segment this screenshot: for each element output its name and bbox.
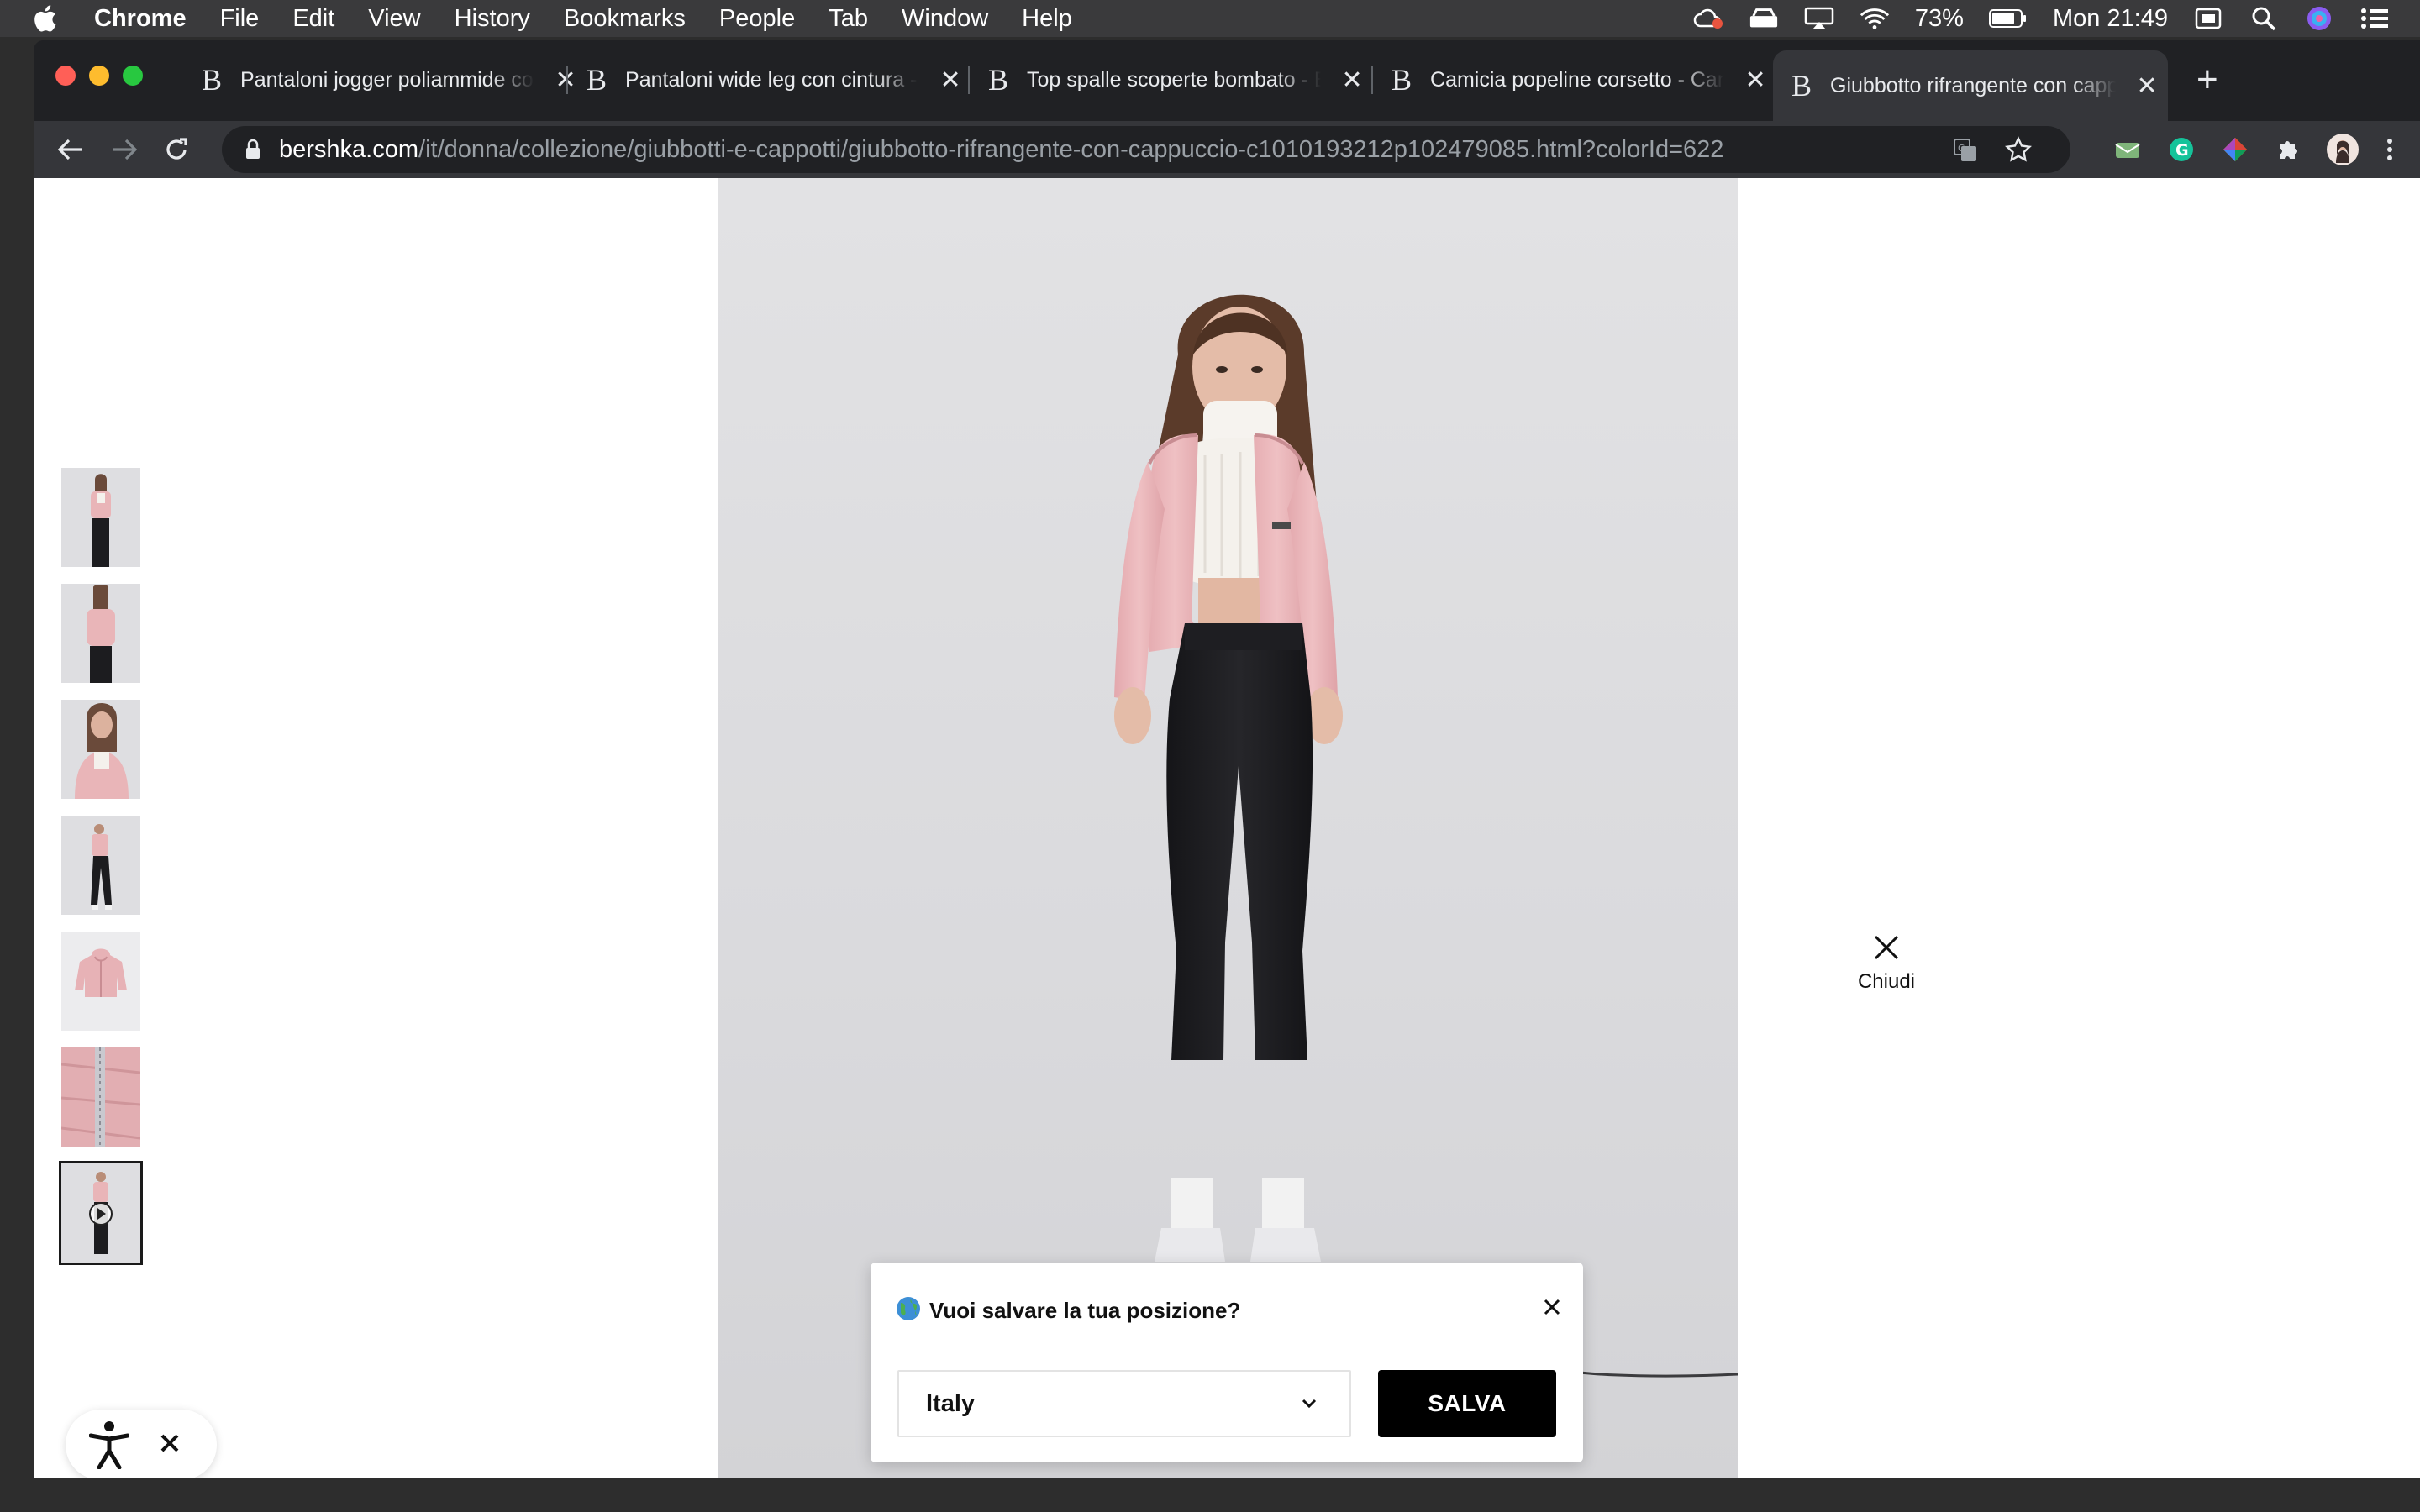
window-close-button[interactable]	[55, 66, 76, 86]
menubar-clock[interactable]: Mon 21:49	[2053, 5, 2168, 33]
spotlight-search-icon[interactable]	[2249, 7, 2279, 31]
browser-tab[interactable]: B Pantaloni jogger poliammide con elasti…	[183, 54, 578, 106]
tab-title: Camicia popeline corsetto - Camicie	[1430, 67, 1724, 92]
tab-title: Top spalle scoperte bombato - Bershka	[1027, 67, 1321, 92]
gallery-thumbnail-closeup[interactable]	[61, 700, 140, 799]
keyboard-viewer-icon[interactable]	[2193, 7, 2223, 30]
creative-cloud-icon[interactable]	[1693, 7, 1723, 30]
menu-help[interactable]: Help	[1022, 5, 1072, 33]
tab-close-icon[interactable]: ✕	[938, 66, 963, 95]
lock-icon[interactable]	[245, 139, 260, 160]
tab-close-icon[interactable]: ✕	[1339, 66, 1365, 95]
menu-window[interactable]: Window	[902, 5, 988, 33]
battery-percentage: 73%	[1914, 4, 1964, 32]
gallery-thumbnail-full-body[interactable]	[61, 816, 140, 915]
menu-edit[interactable]: Edit	[292, 5, 334, 33]
browser-tab-active[interactable]: B Giubbotto rifrangente con cappuccio ✕	[1773, 50, 2168, 121]
forward-arrow-icon[interactable]	[108, 133, 141, 166]
email-extension-icon[interactable]	[2111, 133, 2144, 166]
gallery-thumbnail-fabric-detail[interactable]	[61, 1047, 140, 1147]
gallery-thumbnail-jacket-flat[interactable]	[61, 932, 140, 1031]
tab-strip: B Pantaloni jogger poliammide con elasti…	[34, 40, 2420, 121]
svg-text:G: G	[1958, 143, 1965, 154]
battery-icon[interactable]	[1988, 7, 2028, 30]
translate-icon[interactable]: G	[1953, 138, 1978, 170]
tab-close-icon[interactable]: ✕	[1743, 66, 1768, 95]
profile-avatar[interactable]	[2326, 133, 2360, 166]
tab-close-icon[interactable]: ✕	[2134, 71, 2160, 101]
page-viewport: Chiudi Vuoi salvare la tua posizione? It…	[34, 178, 2420, 1478]
grammarly-extension-icon[interactable]: G	[2165, 133, 2198, 166]
tab-title: Giubbotto rifrangente con cappuccio	[1830, 73, 2117, 97]
country-select-value: Italy	[926, 1389, 976, 1417]
bershka-favicon-icon: B	[1392, 63, 1413, 97]
gallery-thumbnail-video[interactable]	[59, 1161, 143, 1265]
tab-title: Pantaloni wide leg con cintura - Bershka	[625, 67, 919, 92]
color-picker-extension-icon[interactable]	[2218, 133, 2252, 166]
close-viewer-label: Chiudi	[1857, 970, 1916, 993]
gallery-thumbnail-front[interactable]	[61, 468, 140, 567]
macos-menu-bar: Chrome File Edit View History Bookmarks …	[0, 0, 2420, 37]
menu-people[interactable]: People	[719, 5, 795, 33]
save-location-dialog: Vuoi salvare la tua posizione? Italy SAL…	[871, 1263, 1583, 1462]
chevron-down-icon	[1301, 1399, 1318, 1409]
back-arrow-icon[interactable]	[54, 133, 87, 166]
menu-view[interactable]: View	[368, 5, 420, 33]
country-select[interactable]: Italy	[897, 1370, 1351, 1437]
dialog-close-icon[interactable]	[1543, 1298, 1561, 1320]
globe-icon	[896, 1296, 921, 1326]
close-icon	[1874, 935, 1899, 960]
menu-app-name[interactable]: Chrome	[94, 5, 187, 33]
dialog-question: Vuoi salvare la tua posizione?	[929, 1298, 1241, 1323]
window-bottom-edge	[0, 1478, 2420, 1512]
new-tab-button[interactable]: +	[2196, 59, 2218, 101]
accessibility-icon[interactable]	[87, 1420, 131, 1470]
svg-text:G: G	[2175, 141, 2189, 160]
menu-tab[interactable]: Tab	[829, 5, 868, 33]
wifi-icon[interactable]	[1860, 7, 1890, 30]
url-path: /it/donna/collezione/giubbotti-e-cappott…	[418, 135, 1724, 163]
address-bar[interactable]: bershka.com/it/donna/collezione/giubbott…	[222, 126, 2070, 173]
bershka-favicon-icon: B	[587, 63, 608, 97]
chrome-window: B Pantaloni jogger poliammide con elasti…	[34, 40, 2420, 1478]
url-domain: bershka.com	[279, 135, 419, 163]
gallery-thumbnail-back[interactable]	[61, 584, 140, 683]
close-widget-icon[interactable]	[160, 1433, 180, 1457]
bookmark-star-icon[interactable]	[2005, 136, 2032, 170]
bershka-favicon-icon: B	[988, 63, 1009, 97]
notification-center-icon[interactable]	[2360, 7, 2390, 30]
browser-tab[interactable]: B Top spalle scoperte bombato - Bershka …	[970, 54, 1365, 106]
bershka-favicon-icon: B	[202, 63, 223, 97]
menu-bookmarks[interactable]: Bookmarks	[564, 5, 686, 33]
window-minimize-button[interactable]	[89, 66, 109, 86]
chrome-menu-icon[interactable]	[2373, 133, 2407, 166]
menu-file[interactable]: File	[220, 5, 260, 33]
browser-tab[interactable]: B Pantaloni wide leg con cintura - Bersh…	[568, 54, 963, 106]
menu-history[interactable]: History	[455, 5, 530, 33]
apple-logo-icon[interactable]	[32, 4, 60, 33]
bershka-favicon-icon: B	[1791, 69, 1812, 102]
extensions-puzzle-icon[interactable]	[2272, 133, 2306, 166]
airplay-icon[interactable]	[1804, 7, 1834, 30]
drive-icon[interactable]	[1749, 7, 1779, 30]
window-zoom-button[interactable]	[123, 66, 143, 86]
accessibility-widget	[66, 1410, 217, 1478]
siri-icon[interactable]	[2304, 7, 2334, 30]
close-viewer-button[interactable]: Chiudi	[1840, 934, 1933, 994]
save-location-button[interactable]: SALVA	[1378, 1370, 1556, 1437]
reload-icon[interactable]	[160, 133, 193, 166]
browser-tab[interactable]: B Camicia popeline corsetto - Camicie ✕	[1373, 54, 1768, 106]
browser-toolbar: bershka.com/it/donna/collezione/giubbott…	[34, 121, 2420, 178]
tab-title: Pantaloni jogger poliammide con elastico	[240, 67, 534, 92]
